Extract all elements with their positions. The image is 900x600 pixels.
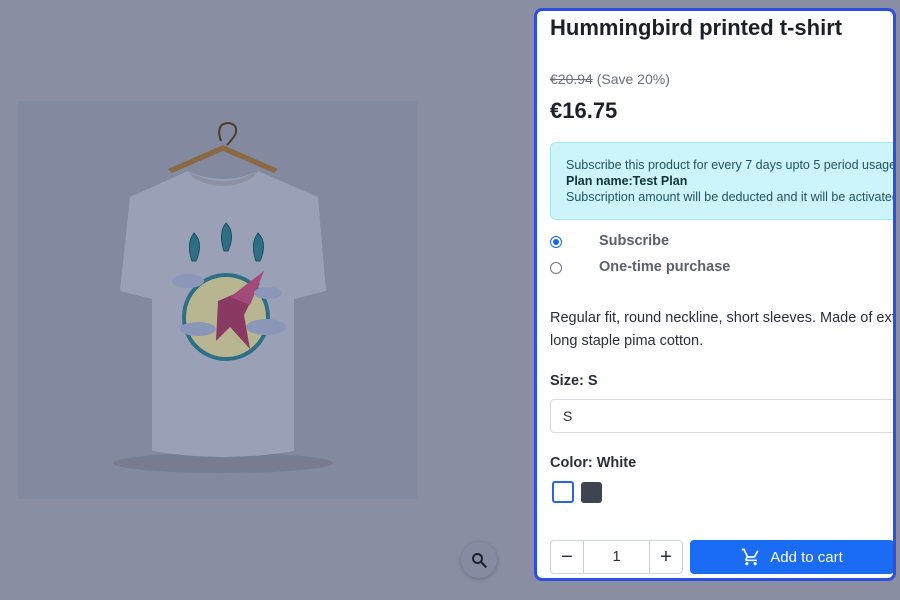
regular-price-line: €20.94 (Save 20%)	[550, 71, 670, 87]
one-time-purchase-label: One-time purchase	[599, 259, 731, 275]
plan-name-text: Plan name:Test Plan	[566, 174, 688, 188]
subscription-info-box: Subscribe this product for every 7 days …	[550, 142, 896, 220]
subscribe-radio[interactable]	[550, 236, 562, 248]
subscription-frequency-text: Subscribe this product for every 7 days …	[566, 158, 896, 172]
product-title: Hummingbird printed t-shirt	[550, 15, 843, 40]
size-label: Size: S	[550, 373, 598, 389]
discount-text: (Save 20%)	[596, 71, 670, 87]
one-time-purchase-radio[interactable]	[550, 262, 562, 274]
quantity-input[interactable]: 1	[584, 541, 649, 573]
quickview-page: Hummingbird printed t-shirt €20.94 (Save…	[0, 0, 900, 600]
color-label: Color: White	[550, 455, 637, 471]
regular-price: €20.94	[550, 71, 593, 87]
one-time-purchase-option[interactable]: One-time purchase	[550, 259, 730, 275]
add-to-cart-label: Add to cart	[770, 548, 843, 566]
product-description: Regular fit, round neckline, short sleev…	[550, 310, 896, 349]
color-swatch-white[interactable]	[552, 481, 574, 503]
product-image	[18, 101, 417, 499]
zoom-button[interactable]	[461, 542, 497, 578]
subscribe-option-label: Subscribe	[599, 233, 670, 249]
magnifier-icon	[472, 553, 487, 568]
subscribe-option[interactable]: Subscribe	[550, 233, 669, 249]
size-select[interactable]: S	[550, 399, 893, 433]
cart-icon	[742, 548, 759, 566]
product-quickview-panel: Hummingbird printed t-shirt €20.94 (Save…	[534, 8, 896, 581]
quantity-decrease-button[interactable]: −	[551, 541, 584, 573]
quantity-increase-button[interactable]: +	[649, 541, 682, 573]
quantity-stepper: − 1 +	[550, 540, 683, 574]
subscription-deduction-text: Subscription amount will be deducted and…	[566, 190, 896, 204]
add-to-cart-button[interactable]: Add to cart	[690, 540, 893, 574]
current-price: €16.75	[550, 98, 618, 123]
tshirt-illustration	[18, 101, 417, 499]
color-swatch-dark[interactable]	[581, 482, 602, 503]
